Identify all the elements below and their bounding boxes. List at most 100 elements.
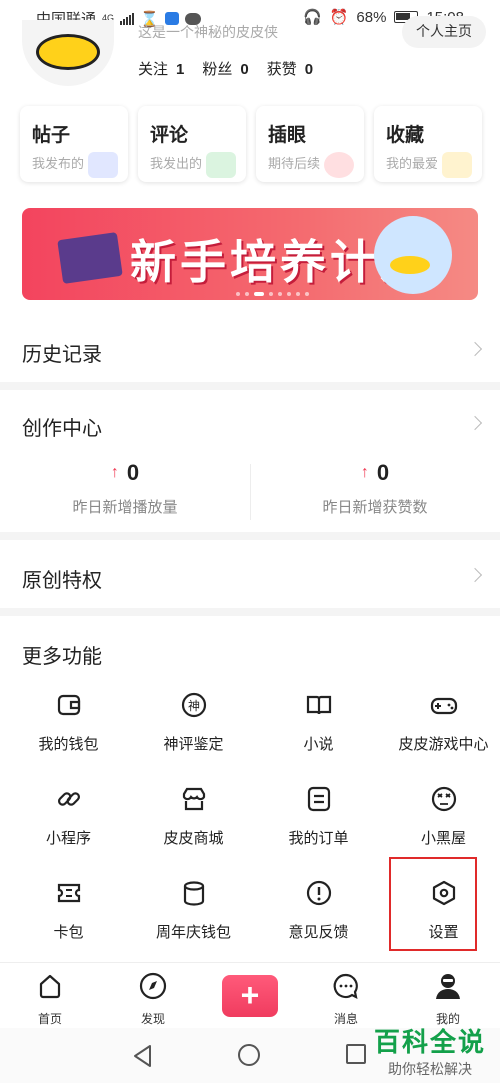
clapperboard-icon (57, 232, 123, 284)
history-row[interactable]: 历史记录 (0, 318, 500, 382)
card-favorites[interactable]: 收藏 我的最爱 (374, 106, 482, 182)
stat-value: 0 (304, 61, 314, 78)
stat-fans[interactable]: 粉丝 0 (202, 58, 248, 79)
original-privileges-title: 原创特权 (22, 570, 102, 592)
promo-banner[interactable]: 新手培养计划 (22, 208, 478, 300)
feature-shop[interactable]: 皮皮商城 (131, 784, 256, 848)
history-title: 历史记录 (22, 344, 102, 366)
signal-icon (120, 12, 135, 25)
feature-label: 小说 (303, 736, 334, 753)
card-posts[interactable]: 帖子 我发布的 (20, 106, 128, 182)
profile-subtitle: 这是一个神秘的皮皮侠 (138, 24, 278, 40)
feature-label: 我的钱包 (38, 736, 99, 753)
creator-center-title: 创作中心 (22, 418, 102, 440)
wallet-icon (57, 694, 80, 716)
card-pack-icon (57, 883, 80, 903)
tab-me[interactable]: 我的 (398, 971, 498, 1027)
feature-label: 小程序 (45, 830, 91, 847)
up-arrow-icon: ↑ (360, 464, 369, 481)
profile-icon (436, 974, 460, 999)
stat-following[interactable]: 关注 1 (138, 58, 184, 79)
feature-label: 神评鉴定 (163, 736, 224, 753)
card-title: 帖子 (32, 125, 71, 146)
profile-stats: 关注 1 粉丝 0 获赞 0 (138, 58, 313, 79)
creator-metric-plays[interactable]: ↑ 0 昨日新增播放量 (0, 460, 250, 517)
stat-likes[interactable]: 获赞 0 (267, 58, 313, 79)
card-bookmarks-eye[interactable]: 插眼 期待后续 (256, 106, 364, 182)
chevron-right-icon[interactable] (467, 415, 483, 431)
mascot-icon (374, 216, 452, 294)
back-icon[interactable] (132, 1044, 154, 1068)
tab-discover[interactable]: 发现 (103, 971, 203, 1027)
stat-value: 1 (176, 61, 185, 78)
posts-icon (88, 152, 118, 178)
metric-value: 0 (376, 460, 390, 485)
feature-god-comment[interactable]: 神 神评鉴定 (131, 690, 256, 754)
profile-home-button[interactable]: 个人主页 (402, 16, 486, 48)
avatar[interactable] (22, 20, 114, 86)
feature-novel[interactable]: 小说 (256, 690, 381, 754)
blocked-face-icon (431, 786, 456, 812)
stat-label: 关注 (138, 61, 169, 78)
order-icon (307, 786, 330, 812)
god-comment-icon: 神 (181, 692, 206, 718)
feedback-icon (306, 880, 331, 906)
watermark-title: 百科全说 (373, 1027, 486, 1057)
eye-icon (324, 152, 354, 178)
gamepad-icon (430, 697, 457, 715)
bottom-tab-bar: 首页 发现 + 消息 我的 (0, 962, 500, 1028)
feature-game-center[interactable]: 皮皮游戏中心 (381, 690, 500, 754)
feature-label: 我的订单 (288, 830, 349, 847)
alarm-icon: ⏰ (329, 9, 349, 26)
feature-label: 小黑屋 (420, 830, 466, 847)
section-divider (0, 608, 500, 616)
metric-label: 昨日新增播放量 (72, 499, 178, 516)
tab-messages[interactable]: 消息 (296, 971, 396, 1027)
stat-label: 粉丝 (202, 61, 233, 78)
feature-card-pack[interactable]: 卡包 (6, 878, 131, 942)
tab-label: 发现 (140, 1012, 165, 1026)
book-icon (306, 695, 331, 715)
compass-icon (139, 972, 167, 1000)
feature-label: 周年庆钱包 (155, 924, 231, 941)
shop-icon (182, 787, 205, 811)
feature-blackroom[interactable]: 小黑屋 (381, 784, 500, 848)
feature-label: 皮皮游戏中心 (398, 736, 489, 753)
card-comments[interactable]: 评论 我发出的 (138, 106, 246, 182)
comments-icon (206, 152, 236, 178)
home-circle-icon[interactable] (238, 1044, 260, 1066)
tab-label: 首页 (37, 1012, 62, 1026)
tab-home[interactable]: 首页 (0, 971, 100, 1027)
more-features-title: 更多功能 (22, 646, 102, 668)
banner-pagination (236, 292, 309, 296)
feature-wallet[interactable]: 我的钱包 (6, 690, 131, 754)
feature-label: 卡包 (53, 924, 84, 941)
settings-highlight-box (389, 857, 477, 951)
home-icon (39, 974, 61, 999)
watermark: 百科全说 助你轻松解决 (374, 1022, 486, 1079)
feature-label: 意见反馈 (288, 924, 349, 941)
recent-apps-icon[interactable] (346, 1044, 366, 1064)
chevron-right-icon (467, 341, 483, 357)
link-icon (57, 792, 80, 806)
original-privileges-row[interactable]: 原创特权 (0, 540, 500, 608)
create-post-button[interactable]: + (222, 975, 278, 1017)
feature-mini-program[interactable]: 小程序 (6, 784, 131, 848)
plus-icon: + (240, 977, 260, 1013)
creator-metric-likes[interactable]: ↑ 0 昨日新增获赞数 (250, 460, 500, 517)
star-icon (442, 152, 472, 178)
feature-anniversary-wallet[interactable]: 周年庆钱包 (131, 878, 256, 942)
feature-feedback[interactable]: 意见反馈 (256, 878, 381, 942)
chevron-right-icon (467, 567, 483, 583)
feature-orders[interactable]: 我的订单 (256, 784, 381, 848)
metric-value: 0 (126, 460, 140, 485)
quick-cards: 帖子 我发布的 评论 我发出的 插眼 期待后续 收藏 我的最爱 (20, 106, 482, 182)
headphones-icon: 🎧 (303, 9, 322, 26)
feature-label: 皮皮商城 (163, 830, 224, 847)
stat-label: 获赞 (266, 61, 297, 78)
section-divider (0, 532, 500, 540)
svg-text:神: 神 (187, 699, 199, 713)
card-title: 评论 (150, 125, 189, 146)
stat-value: 0 (240, 61, 249, 78)
up-arrow-icon: ↑ (110, 464, 119, 481)
